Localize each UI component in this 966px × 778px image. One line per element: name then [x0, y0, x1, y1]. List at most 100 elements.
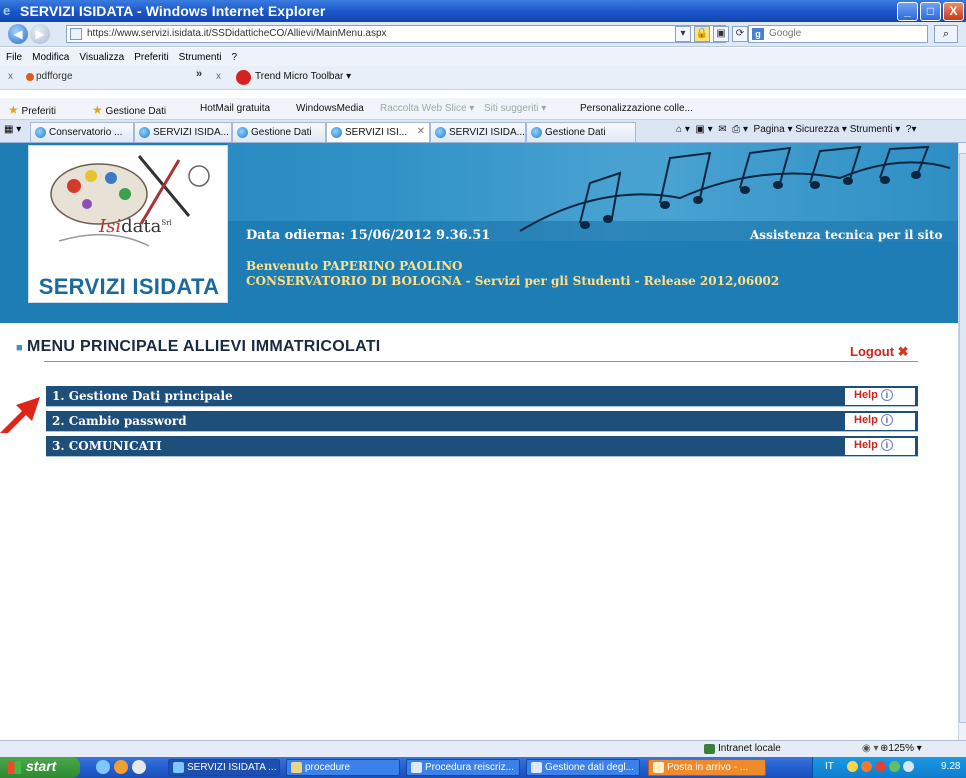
page-title: ■ MENU PRINCIPALE ALLIEVI IMMATRICOLATI: [16, 338, 381, 355]
tab-ie-icon: [35, 127, 46, 138]
minimize-button[interactable]: _: [897, 2, 918, 21]
tab-servizi-2[interactable]: SERVIZI ISIDA...: [430, 122, 526, 142]
toolbar-overflow-button[interactable]: »: [196, 68, 202, 80]
feeds-icon[interactable]: ▣ ▾: [693, 124, 712, 135]
task-posta[interactable]: Posta in arrivo - ...: [648, 759, 766, 776]
ie-logo-icon: e: [3, 3, 11, 18]
window-controls: _ □ X: [897, 2, 964, 21]
maximize-button[interactable]: □: [920, 2, 941, 21]
tray-app-icon[interactable]: [861, 761, 872, 772]
command-menus[interactable]: Pagina ▾ Sicurezza ▾ Strumenti ▾: [754, 124, 901, 135]
ie-task-icon: [173, 762, 184, 773]
star-icon: ★: [8, 103, 19, 117]
page-scrollbar[interactable]: [958, 143, 966, 740]
menu-item-cambio-password[interactable]: 2. Cambio password Help i: [46, 411, 918, 432]
pdfforge-label[interactable]: pdfforge: [36, 71, 73, 82]
back-button[interactable]: ◀: [8, 24, 28, 44]
tab-servizi-1[interactable]: SERVIZI ISIDA...: [134, 122, 232, 142]
address-bar[interactable]: https://www.servizi.isidata.it/SSDidatti…: [66, 25, 726, 43]
menu-item-label[interactable]: 2. Cambio password: [52, 414, 187, 428]
help-button[interactable]: Help i: [845, 388, 915, 405]
mail-icon[interactable]: ✉: [715, 124, 726, 135]
tab-servizi-active[interactable]: SERVIZI ISI... ✕: [326, 122, 430, 142]
tray-app-icon[interactable]: [875, 761, 886, 772]
tray-app-icon[interactable]: [847, 761, 858, 772]
menu-visualizza[interactable]: Visualizza: [79, 52, 124, 63]
help-button[interactable]: Help i: [845, 413, 915, 430]
web-page: IsidataSrl SERVIZI ISIDATA Data odierna:…: [0, 143, 958, 740]
favorite-item-hotmail[interactable]: HotMail gratuita: [200, 103, 270, 114]
add-favorite-icon: ★: [92, 103, 103, 117]
close-trend-icon[interactable]: x: [216, 71, 221, 82]
task-gestione-dati[interactable]: Gestione dati degl...: [526, 759, 640, 776]
help-icon[interactable]: ?▾: [903, 124, 917, 135]
desktop-quicklaunch-icon[interactable]: [132, 760, 146, 774]
security-zone: Intranet locale: [718, 743, 781, 754]
favorite-item-siti[interactable]: Siti suggeriti ▾: [484, 103, 546, 114]
favorites-button[interactable]: ★ Preferiti: [8, 103, 56, 117]
tab-conservatorio[interactable]: Conservatorio ...: [30, 122, 134, 142]
menu-file[interactable]: File: [6, 52, 22, 63]
help-button[interactable]: Help i: [845, 438, 915, 455]
favorite-item-personalizzazione[interactable]: Personalizzazione colle...: [580, 103, 693, 114]
outlook-quicklaunch-icon[interactable]: [114, 760, 128, 774]
tray-app-icon[interactable]: [903, 761, 914, 772]
lock-icon[interactable]: 🔒: [694, 26, 710, 42]
logo-site-name: SERVIZI ISIDATA: [38, 274, 220, 299]
favorite-item-gestione[interactable]: ★ Gestione Dati: [92, 103, 166, 117]
print-icon[interactable]: ⎙ ▾: [729, 124, 750, 135]
task-procedure[interactable]: procedure: [286, 759, 400, 776]
forward-button[interactable]: ▶: [30, 24, 50, 44]
protected-mode-icon[interactable]: ◉ ▾: [862, 743, 879, 754]
menu-item-label[interactable]: 1. Gestione Dati principale: [52, 389, 233, 403]
address-row: ◀ ▶ https://www.servizi.isidata.it/SSDid…: [0, 22, 966, 47]
favorite-item-windowsmedia[interactable]: WindowsMedia: [296, 103, 364, 114]
close-button[interactable]: X: [943, 2, 964, 21]
address-url[interactable]: https://www.servizi.isidata.it/SSDidatti…: [87, 28, 387, 39]
tab-gestione-1[interactable]: Gestione Dati: [232, 122, 326, 142]
zoom-level[interactable]: ⊕125% ▾: [880, 743, 922, 754]
task-servizi-isidata[interactable]: SERVIZI ISIDATA ...: [168, 759, 280, 776]
mail-task-icon: [653, 762, 664, 773]
menu-item-label[interactable]: 3. COMUNICATI: [52, 439, 162, 453]
status-bar: Intranet locale ◉ ▾ ⊕125% ▾: [0, 740, 966, 757]
tab-ie-icon: [237, 127, 248, 138]
search-button[interactable]: ⌕: [934, 25, 958, 43]
tab-gestione-2[interactable]: Gestione Dati: [526, 122, 636, 142]
technical-assistance-link[interactable]: Assistenza tecnica per il sito: [750, 228, 943, 242]
logout-link[interactable]: Logout ✖: [850, 344, 909, 360]
menu-modifica[interactable]: Modifica: [32, 52, 69, 63]
menu-item-gestione-dati[interactable]: 1. Gestione Dati principale Help i: [46, 386, 918, 407]
home-icon[interactable]: ⌂ ▾: [676, 124, 690, 135]
tab-ie-icon: [139, 127, 150, 138]
window-title: SERVIZI ISIDATA - Windows Internet Explo…: [20, 3, 326, 19]
refresh-icon[interactable]: ⟳: [732, 26, 748, 42]
isidata-logo[interactable]: IsidataSrl SERVIZI ISIDATA: [28, 145, 228, 303]
favorite-item-webslice[interactable]: Raccolta Web Slice ▾: [380, 103, 474, 114]
menu-strumenti[interactable]: Strumenti: [179, 52, 222, 63]
task-procedura[interactable]: Procedura reiscriz...: [406, 759, 520, 776]
compat-icon[interactable]: ▣: [713, 26, 729, 42]
logo-brand-text: IsidataSrl: [99, 216, 172, 237]
menu-help[interactable]: ?: [231, 52, 237, 63]
dropdown-icon[interactable]: ▾: [675, 26, 691, 42]
trend-micro-toolbar[interactable]: Trend Micro Toolbar ▾: [255, 71, 351, 82]
command-bar: ⌂ ▾ ▣ ▾ ✉ ⎙ ▾ Pagina ▾ Sicurezza ▾ Strum…: [676, 124, 916, 135]
start-button[interactable]: start: [0, 757, 80, 778]
document-icon: [531, 762, 542, 773]
quick-tabs-icon[interactable]: ▦ ▾: [4, 124, 21, 135]
tab-ie-icon: [331, 127, 342, 138]
title-divider: [44, 361, 918, 362]
menu-item-comunicati[interactable]: 3. COMUNICATI Help i: [46, 436, 918, 457]
current-date: Data odierna: 15/06/2012 9.36.51: [246, 228, 491, 243]
language-indicator[interactable]: IT: [825, 761, 834, 772]
document-icon: [411, 762, 422, 773]
ie-quicklaunch-icon[interactable]: [96, 760, 110, 774]
close-toolbar-icon[interactable]: x: [8, 71, 13, 82]
tab-close-icon[interactable]: ✕: [417, 126, 425, 137]
search-input[interactable]: g Google: [748, 25, 928, 43]
menu-preferiti[interactable]: Preferiti: [134, 52, 168, 63]
tray-app-icon[interactable]: [889, 761, 900, 772]
scrollbar-thumb[interactable]: [959, 153, 966, 723]
google-icon: g: [752, 28, 764, 40]
